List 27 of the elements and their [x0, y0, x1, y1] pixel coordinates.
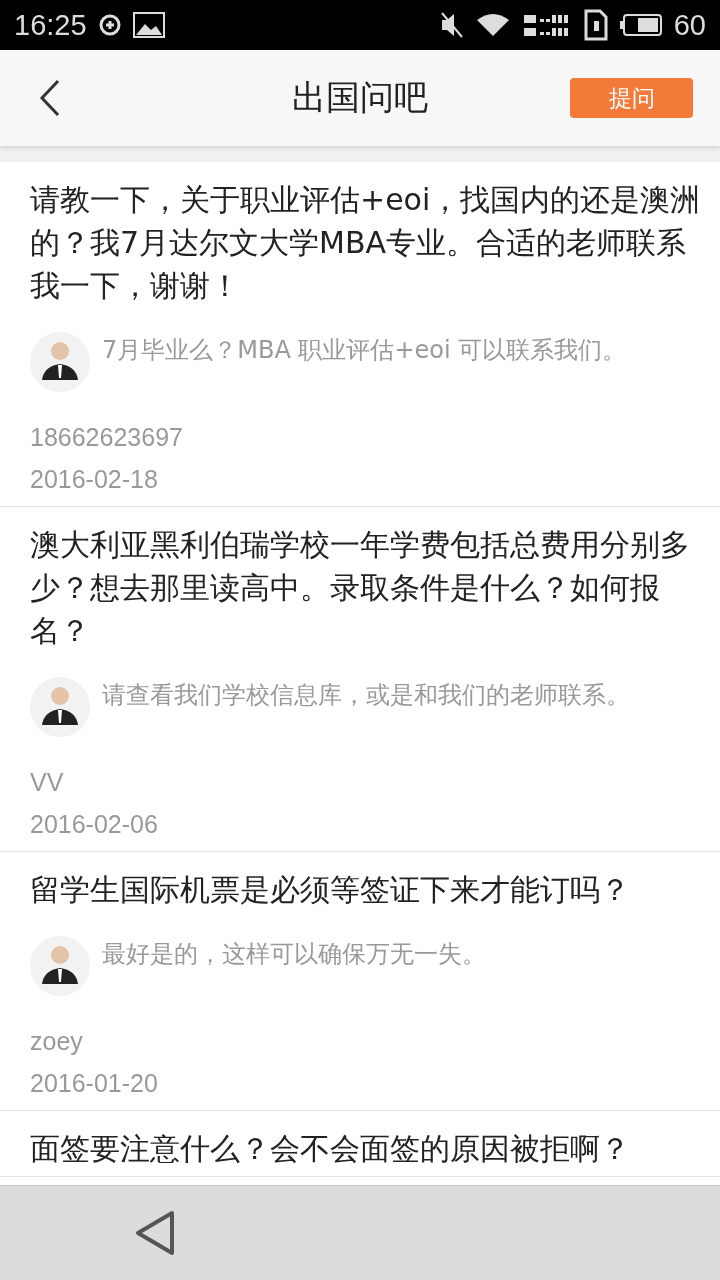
question-text[interactable]: 请教一下，关于职业评估+eoi，找国内的还是澳洲的？我7月达尔文大学MBA专业。合适的老师联系我一下，谢谢！	[30, 178, 706, 307]
answer-text: 请查看我们学校信息库，或是和我们的老师联系。	[102, 680, 630, 707]
battery-icon	[619, 14, 662, 36]
avatar	[30, 332, 90, 392]
post-date: 2016-02-06	[30, 809, 159, 840]
sync-icon	[98, 14, 121, 36]
image-icon	[132, 12, 165, 38]
page-title: 出国问吧	[292, 76, 428, 119]
back-icon[interactable]	[38, 78, 62, 118]
question-text[interactable]: 澳大利亚黑利伯瑞学校一年学费包括总费用分别多少？想去那里读高中。录取条件是什么？如何报名？	[30, 523, 706, 652]
author-name: 18662623697	[30, 422, 183, 453]
answer-text: 7月毕业么？MBA 职业评估+eoi 可以联系我们。	[102, 335, 627, 362]
author-name: VV	[30, 767, 64, 798]
avatar	[30, 936, 90, 996]
question-text[interactable]: 面签要注意什么？会不会面签的原因被拒啊？	[30, 1127, 706, 1170]
mute-icon	[439, 11, 464, 39]
answer-text: 最好是的，这样可以确保万无一失。	[102, 939, 486, 966]
question-text[interactable]: 留学生国际机票是必须等签证下来才能订吗？	[30, 868, 706, 911]
author-name: zoey	[30, 1026, 83, 1057]
post-date: 2016-01-20	[30, 1068, 159, 1099]
sim-card-icon	[583, 9, 608, 41]
clock: 16:25	[14, 8, 87, 42]
wifi-icon	[475, 12, 510, 38]
post-date: 2016-02-18	[30, 464, 159, 495]
avatar	[30, 677, 90, 737]
back-icon[interactable]	[134, 1209, 176, 1257]
battery-level: 60	[673, 8, 706, 42]
